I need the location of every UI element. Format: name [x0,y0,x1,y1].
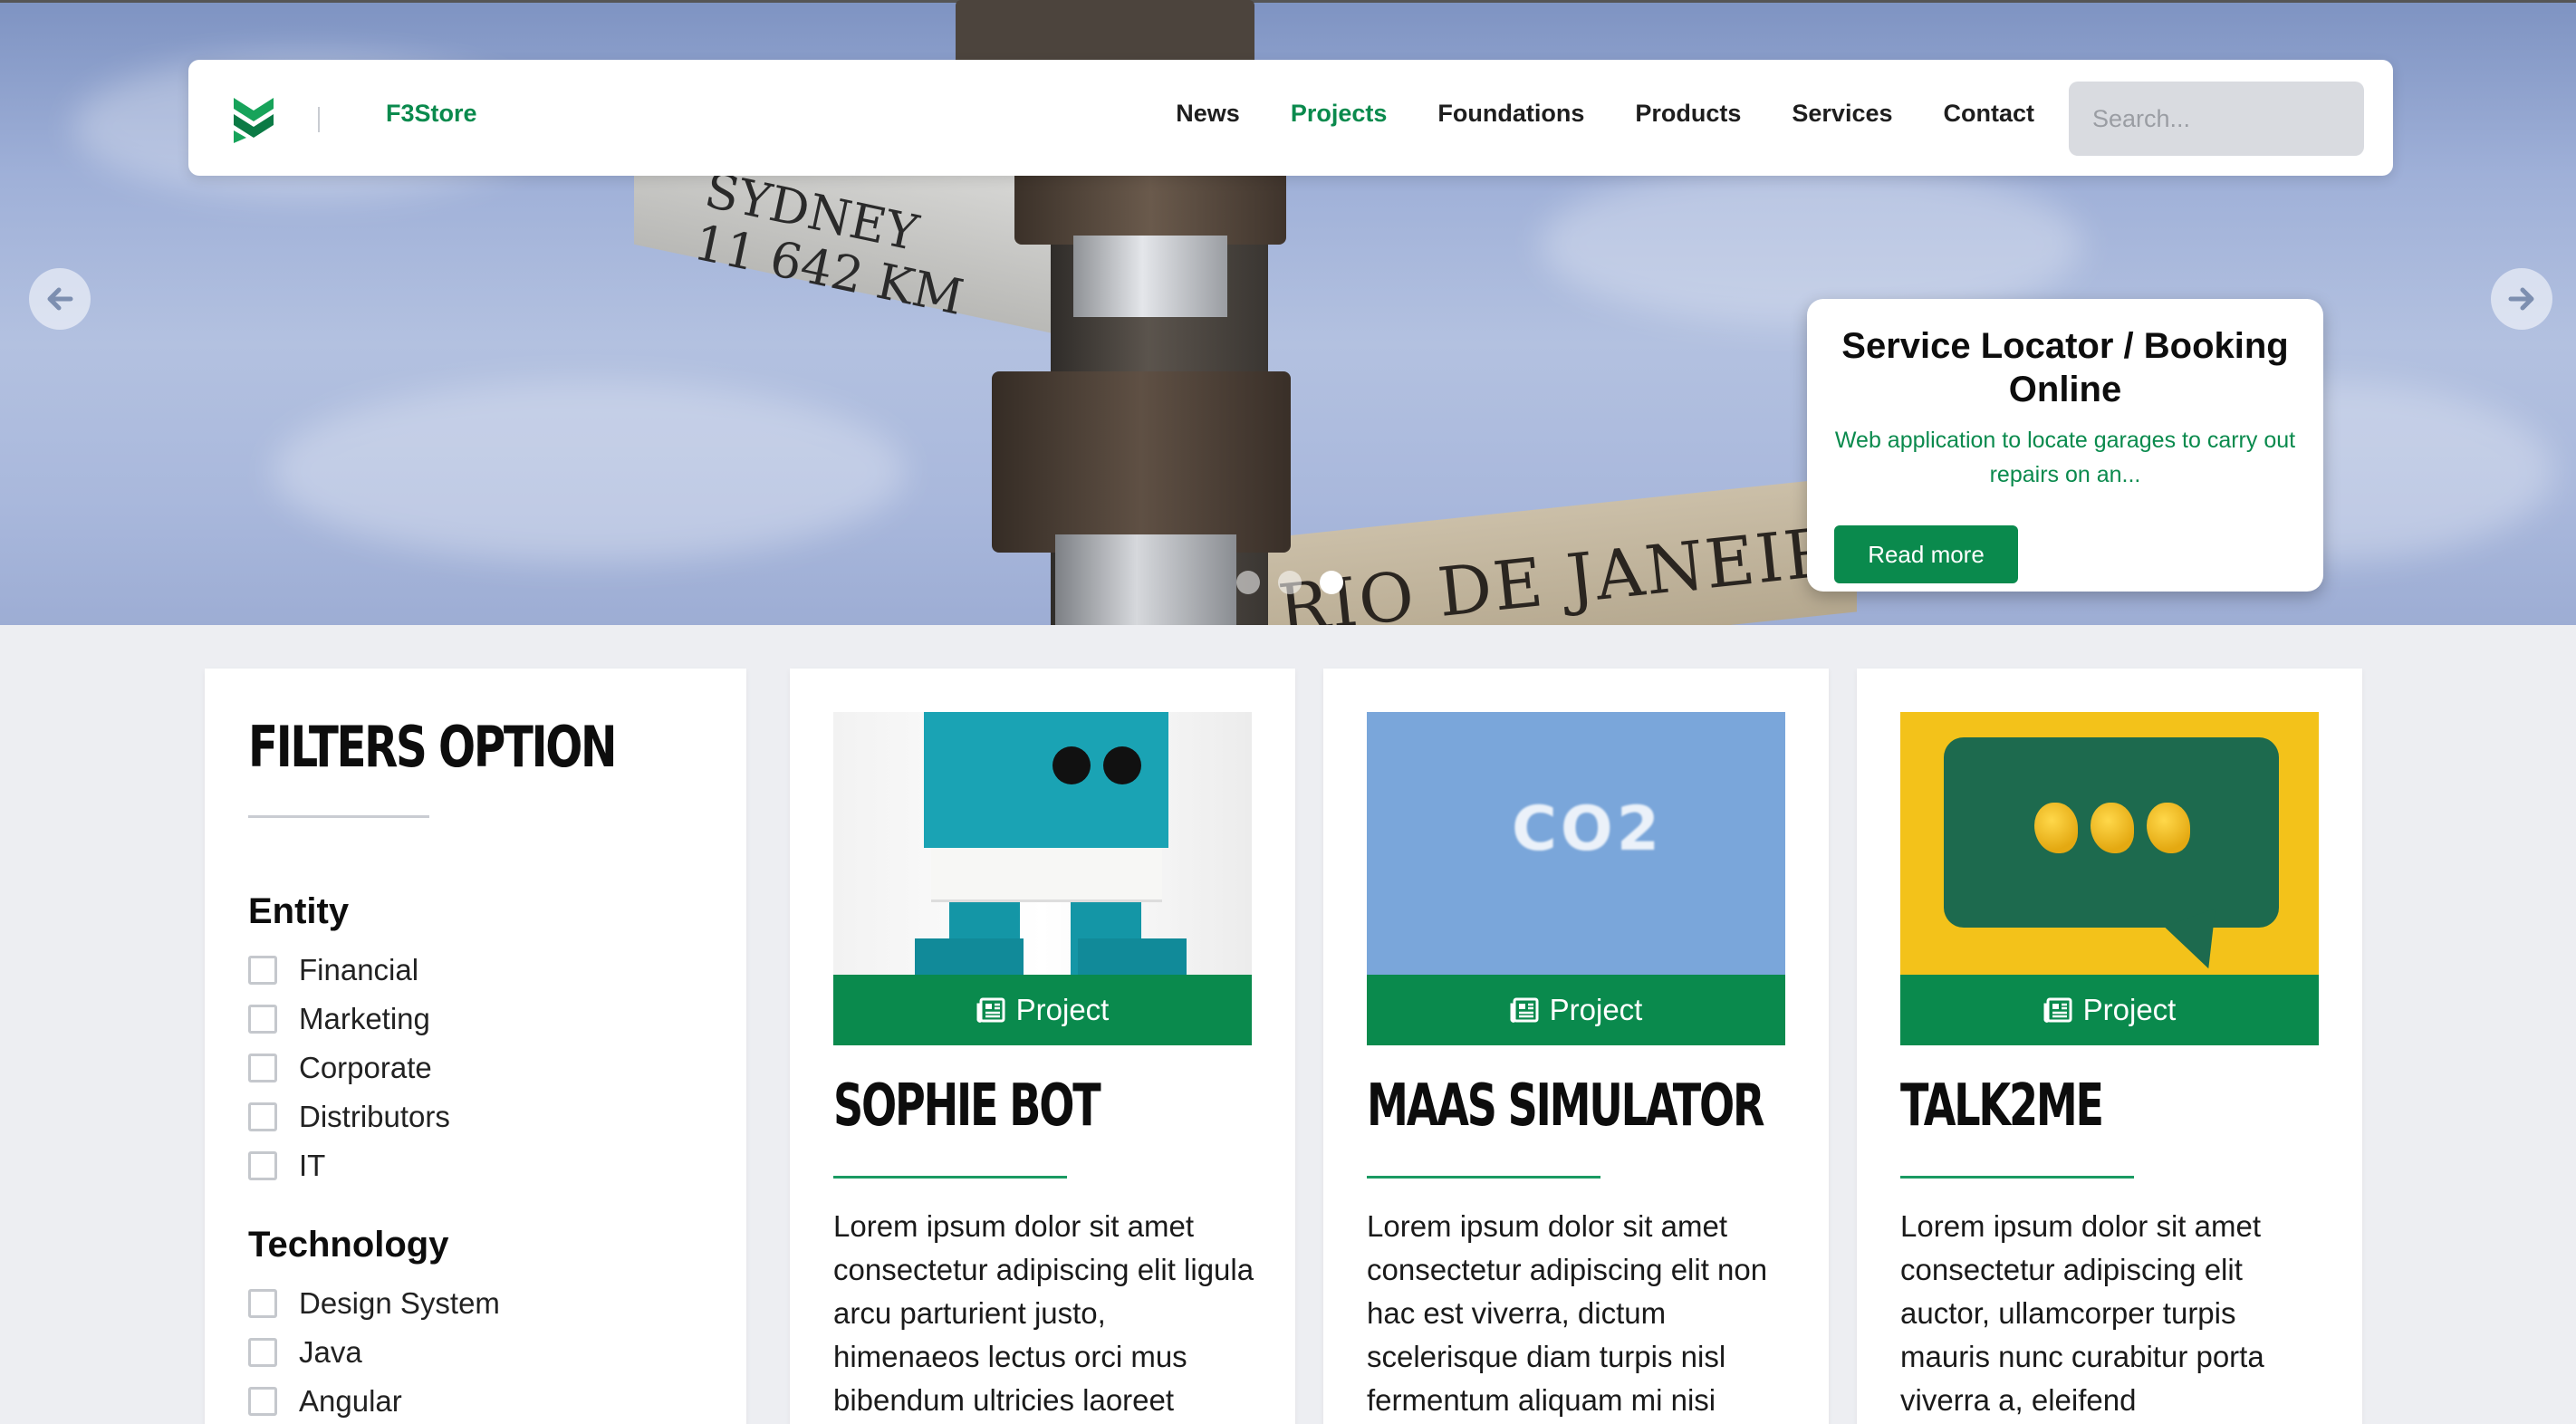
filter-option[interactable]: Java [248,1328,500,1377]
project-badge-label: Project [1549,993,1643,1026]
checkbox[interactable] [248,1054,277,1082]
arrow-left-icon [47,287,73,311]
checkbox[interactable] [248,1151,277,1180]
project-badge: Project [833,975,1252,1045]
newspaper-icon [976,997,1005,1023]
project-image-robot [833,712,1252,975]
filter-option[interactable]: Distributors [248,1092,450,1141]
filter-list-technology: Design System Java Angular [248,1279,500,1424]
nav-services[interactable]: Services [1792,100,1892,128]
filter-option-label: Corporate [299,1051,432,1084]
filter-option-label: Marketing [299,1002,430,1035]
signpost-band [1073,236,1227,317]
robot-head [924,712,1168,848]
main-nav: News Projects Foundations Products Servi… [1176,100,2034,128]
project-title-underline [833,1176,1067,1179]
signpost-band [1055,534,1236,625]
newspaper-icon [1510,997,1539,1023]
filter-option[interactable]: Corporate [248,1044,450,1092]
project-description: Lorem ipsum dolor sit amet consectetur a… [1900,1209,2264,1417]
logo-separator [318,107,320,132]
project-image-co2: CO2 [1367,712,1785,975]
checkbox[interactable] [248,1102,277,1131]
filter-option[interactable]: IT [248,1141,450,1190]
slide-description: Web application to locate garages to car… [1834,428,2296,487]
filter-option[interactable]: Financial [248,946,450,995]
project-title[interactable]: SOPHIE BOT [833,1073,1101,1140]
nav-projects[interactable]: Projects [1291,100,1388,128]
filter-option-label: Java [299,1335,362,1369]
project-title-underline [1900,1176,2134,1179]
nav-foundations[interactable]: Foundations [1437,100,1584,128]
filters-title: FILTERS OPTION [248,714,617,780]
f3-logo-icon[interactable] [226,91,281,145]
nav-products[interactable]: Products [1635,100,1741,128]
robot-eye [1053,746,1091,784]
robot-foot [1078,938,1187,975]
arrow-right-icon [2508,287,2534,311]
project-badge: Project [1367,975,1785,1045]
checkbox[interactable] [248,1005,277,1034]
project-card[interactable]: Project TALK2ME Lorem ipsum dolor sit am… [1857,669,2362,1424]
slide-title: Service Locator / Booking Online [1841,326,2289,409]
robot-foot [915,938,1024,975]
co2-cloud-text: CO2 [1512,794,1664,865]
filters-divider [248,815,429,818]
project-badge: Project [1900,975,2319,1045]
nav-contact[interactable]: Contact [1944,100,2035,128]
filter-option-label: Distributors [299,1100,450,1133]
carousel-dots [1236,571,1343,594]
filter-option-label: Financial [299,953,419,986]
checkbox[interactable] [248,1338,277,1367]
filter-list-entity: Financial Marketing Corporate Distributo… [248,946,450,1190]
filter-option[interactable]: Design System [248,1279,500,1328]
search-input[interactable] [2069,82,2364,156]
project-badge-label: Project [2082,993,2177,1026]
project-description: Lorem ipsum dolor sit amet consectetur a… [833,1209,1254,1417]
checkbox[interactable] [248,1387,277,1416]
carousel-dot-1[interactable] [1236,571,1260,594]
checkbox[interactable] [248,956,277,985]
newspaper-icon [2043,997,2072,1023]
robot-face [931,848,1162,902]
filter-option[interactable]: Angular [248,1377,500,1424]
robot-eye [1103,746,1141,784]
read-more-button[interactable]: Read more [1834,525,2018,583]
project-title[interactable]: MAAS SIMULATOR [1367,1073,1764,1140]
checkbox[interactable] [248,1289,277,1318]
nav-news[interactable]: News [1176,100,1240,128]
project-card[interactable]: Project SOPHIE BOT Lorem ipsum dolor sit… [790,669,1295,1424]
site-header: F3Store News Projects Foundations Produc… [188,60,2393,176]
project-description: Lorem ipsum dolor sit amet consectetur a… [1367,1209,1768,1417]
filter-option-label: IT [299,1149,326,1182]
top-border [0,0,2576,3]
project-badge-label: Project [1015,993,1110,1026]
brand-name[interactable]: F3Store [386,100,477,128]
filter-option-label: Angular [299,1384,402,1418]
slide-card: Service Locator / Booking Online Web app… [1807,299,2323,592]
project-title[interactable]: TALK2ME [1900,1073,2104,1140]
filter-group-title-technology: Technology [248,1225,449,1265]
filter-option-label: Design System [299,1286,500,1320]
project-image-speech-bubble [1900,712,2319,975]
carousel-dot-2[interactable] [1278,571,1302,594]
cloud [272,380,906,562]
carousel-dot-3[interactable] [1320,571,1343,594]
filters-panel: FILTERS OPTION Entity Financial Marketin… [205,669,746,1424]
filter-group-title-entity: Entity [248,891,350,931]
filter-option[interactable]: Marketing [248,995,450,1044]
carousel-next-button[interactable] [2491,268,2552,330]
carousel-prev-button[interactable] [29,268,91,330]
signpost-block [992,371,1291,553]
project-card[interactable]: CO2 Project MAAS SIMULATOR Lorem ipsum d… [1323,669,1829,1424]
project-title-underline [1367,1176,1600,1179]
